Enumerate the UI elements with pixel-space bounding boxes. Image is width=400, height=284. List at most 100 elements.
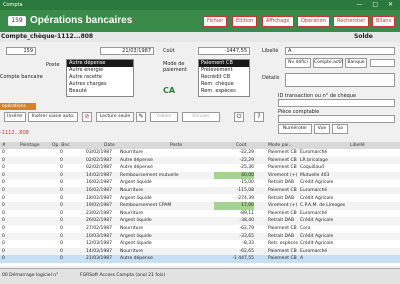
- table-cell: 02/02/1987: [86, 157, 112, 163]
- table-cell: Cora: [300, 226, 311, 231]
- inserer-saisie-auto-button[interactable]: Insérer saisie auto.: [28, 112, 78, 122]
- window-controls[interactable]: — □ ✕: [356, 1, 397, 8]
- poste-option[interactable]: Autres charges: [67, 81, 133, 88]
- cout-field[interactable]: -1447,55: [198, 47, 250, 55]
- operations-tab[interactable]: opérations: [0, 103, 36, 110]
- compte-actif-button[interactable]: Compte.actif: [313, 58, 343, 68]
- bank-logo-icon: CA: [163, 86, 176, 95]
- table-cell: Remboursement CPAM: [120, 203, 172, 209]
- menu-rechercher[interactable]: Rechercher: [333, 16, 370, 27]
- nv-defici-button[interactable]: Nv défici: [285, 58, 311, 68]
- table-cell: 40,00: [214, 171, 254, 180]
- col-header[interactable]: Coût: [236, 143, 247, 148]
- table-row[interactable]: 0 0 14/02/1987 Remboursement mutuelle 40,00 V…: [0, 171, 400, 180]
- delete-icon[interactable]: ⊘: [82, 112, 92, 122]
- table-cell: Paiement CB: [268, 165, 297, 171]
- menu-operation[interactable]: Opération: [297, 16, 330, 27]
- banque-button[interactable]: Banque: [345, 58, 367, 68]
- table-cell: Argent liquide: [120, 180, 152, 186]
- mode-option[interactable]: Rem. chèque: [199, 81, 249, 88]
- table-row[interactable]: 0 0 27/02/1987 Nourriture -62,79 Paiement CB C…: [0, 225, 400, 232]
- poste-option[interactable]: Beauté: [67, 88, 133, 95]
- table-cell: 0: [2, 188, 5, 193]
- table-row[interactable]: 0 0 10/03/1987 Argent liquide -33,65 Retrait …: [0, 232, 400, 240]
- col-header[interactable]: Poste: [170, 143, 182, 148]
- menu-bilans[interactable]: Bilans: [372, 16, 396, 27]
- mode-option[interactable]: Paiement CB: [199, 60, 249, 67]
- col-header[interactable]: Libellé: [350, 143, 365, 148]
- table-cell: Crédit Agricole: [300, 233, 334, 239]
- table-cell: 02/02/1987: [86, 165, 112, 171]
- edit-icon[interactable]: ✎: [136, 112, 146, 122]
- annuler-button[interactable]: Annuler: [182, 112, 220, 122]
- col-header[interactable]: #: [2, 143, 6, 148]
- table-row[interactable]: 0 0 19/02/1987 Remboursement CPAM 17,00 Virem…: [0, 202, 400, 210]
- poste-option[interactable]: Autre recette: [67, 74, 133, 81]
- table-cell: LR bricolage: [300, 157, 328, 163]
- table-cell: Crédit Agricole: [300, 195, 334, 201]
- table-cell: Crédit Agricole: [300, 241, 334, 247]
- numeroter-button[interactable]: Numéroter: [278, 124, 312, 134]
- misc-field[interactable]: [370, 59, 395, 67]
- col-header[interactable]: Date: [104, 143, 115, 148]
- transaction-id-field[interactable]: [278, 99, 395, 107]
- table-cell: A: [300, 256, 304, 262]
- valider-button[interactable]: Valider: [150, 112, 178, 122]
- table-row[interactable]: 0 0 16/02/1987 Nourriture -115,08 Paiement CB…: [0, 187, 400, 195]
- table-cell: -274,39: [236, 195, 254, 201]
- table-row[interactable]: 0 0 02/02/1987 Autre dépense -22,29 Paiement …: [0, 156, 400, 164]
- menu-edition[interactable]: Edition: [232, 16, 258, 27]
- table-cell: Retr. espèces: [268, 241, 299, 247]
- table-cell: -22,29: [239, 150, 254, 155]
- table-cell: Autre dépense: [120, 157, 153, 163]
- menu-fichier[interactable]: Fichier: [203, 16, 228, 27]
- mode-option[interactable]: Recrédit CB: [199, 74, 249, 81]
- table-cell: Argent liquide: [120, 241, 152, 247]
- poste-option[interactable]: Autre énergie: [67, 67, 133, 74]
- poste-listbox[interactable]: Autre dépense Autre énergie Autre recett…: [66, 59, 134, 97]
- table-row[interactable]: 0 0 03/02/1987 Nourriture -22,29 Paiement CB E…: [0, 149, 400, 156]
- table-row[interactable]: 0 0 21/03/1987 Autre dépense -1 447,55 Paieme…: [0, 255, 400, 263]
- power-icon[interactable]: ⏻: [234, 112, 244, 122]
- table-cell: Euromarché: [300, 248, 328, 254]
- mode-option[interactable]: Rem. espèces: [199, 88, 249, 95]
- go-button[interactable]: Go: [332, 124, 348, 134]
- date-field[interactable]: 21/03/1987: [100, 47, 154, 55]
- table-row[interactable]: 0 0 16/02/1987 Argent liquide -15,00 Retrait …: [0, 179, 400, 186]
- col-header[interactable]: Pointage: [20, 143, 40, 148]
- piece-field[interactable]: [278, 115, 395, 123]
- vue-button[interactable]: Vue: [314, 124, 330, 134]
- details-field[interactable]: [285, 73, 395, 87]
- table-cell: -1 447,55: [232, 256, 254, 262]
- table-cell: Euromarché: [300, 210, 328, 216]
- mode-paiement-listbox[interactable]: Paiement CB Prélèvement Recrédit CB Rem.…: [198, 59, 250, 97]
- poste-option[interactable]: Autre dépense: [67, 60, 133, 67]
- table-cell: 26/02/1987: [86, 218, 112, 224]
- table-row[interactable]: 0 0 26/02/1987 Argent liquide -38,40 Retrait …: [0, 217, 400, 225]
- account-subbar: Compte_chèque-1112...808 Solde: [0, 32, 400, 42]
- table-cell: Nourriture: [120, 226, 143, 231]
- table-cell: Nourriture: [120, 188, 143, 193]
- table-cell: 0: [2, 150, 5, 155]
- lecture-seule-button[interactable]: Lecture seule: [96, 112, 134, 122]
- table-row[interactable]: 0 0 02/02/1987 Autre dépense -25,36 Paiement …: [0, 164, 400, 171]
- table-cell: -25,36: [239, 165, 254, 171]
- table-cell: Autre dépense: [120, 256, 153, 262]
- help-icon[interactable]: ?: [254, 112, 264, 122]
- col-header[interactable]: Op. Bnc: [52, 143, 70, 148]
- inserer-button[interactable]: Insérer: [4, 112, 26, 122]
- table-row[interactable]: 0 0 14/03/1987 Nourriture -62,65 Paiement CB E…: [0, 247, 400, 256]
- menu-affichage[interactable]: Affichage: [262, 16, 294, 27]
- libelle-field[interactable]: A: [285, 47, 395, 55]
- table-cell: 0: [60, 210, 63, 216]
- table-cell: Paiement CB: [268, 188, 297, 193]
- table-row[interactable]: 0 0 12/03/1987 Argent liquide -8,33 Retr. esp…: [0, 240, 400, 247]
- table-cell: Crédit Agricole: [300, 180, 334, 186]
- operation-number-field[interactable]: 159: [6, 47, 36, 55]
- table-cell: Argent liquide: [120, 218, 152, 224]
- mode-option[interactable]: Prélèvement: [199, 67, 249, 74]
- table-row[interactable]: 0 0 18/02/1987 Argent liquide -274,39 Retrait…: [0, 195, 400, 202]
- table-cell: Paiement CB: [268, 210, 297, 216]
- table-row[interactable]: 0 0 23/02/1987 Nourriture -89,11 Paiement CB E…: [0, 210, 400, 217]
- col-header[interactable]: Mode pai...: [268, 143, 293, 148]
